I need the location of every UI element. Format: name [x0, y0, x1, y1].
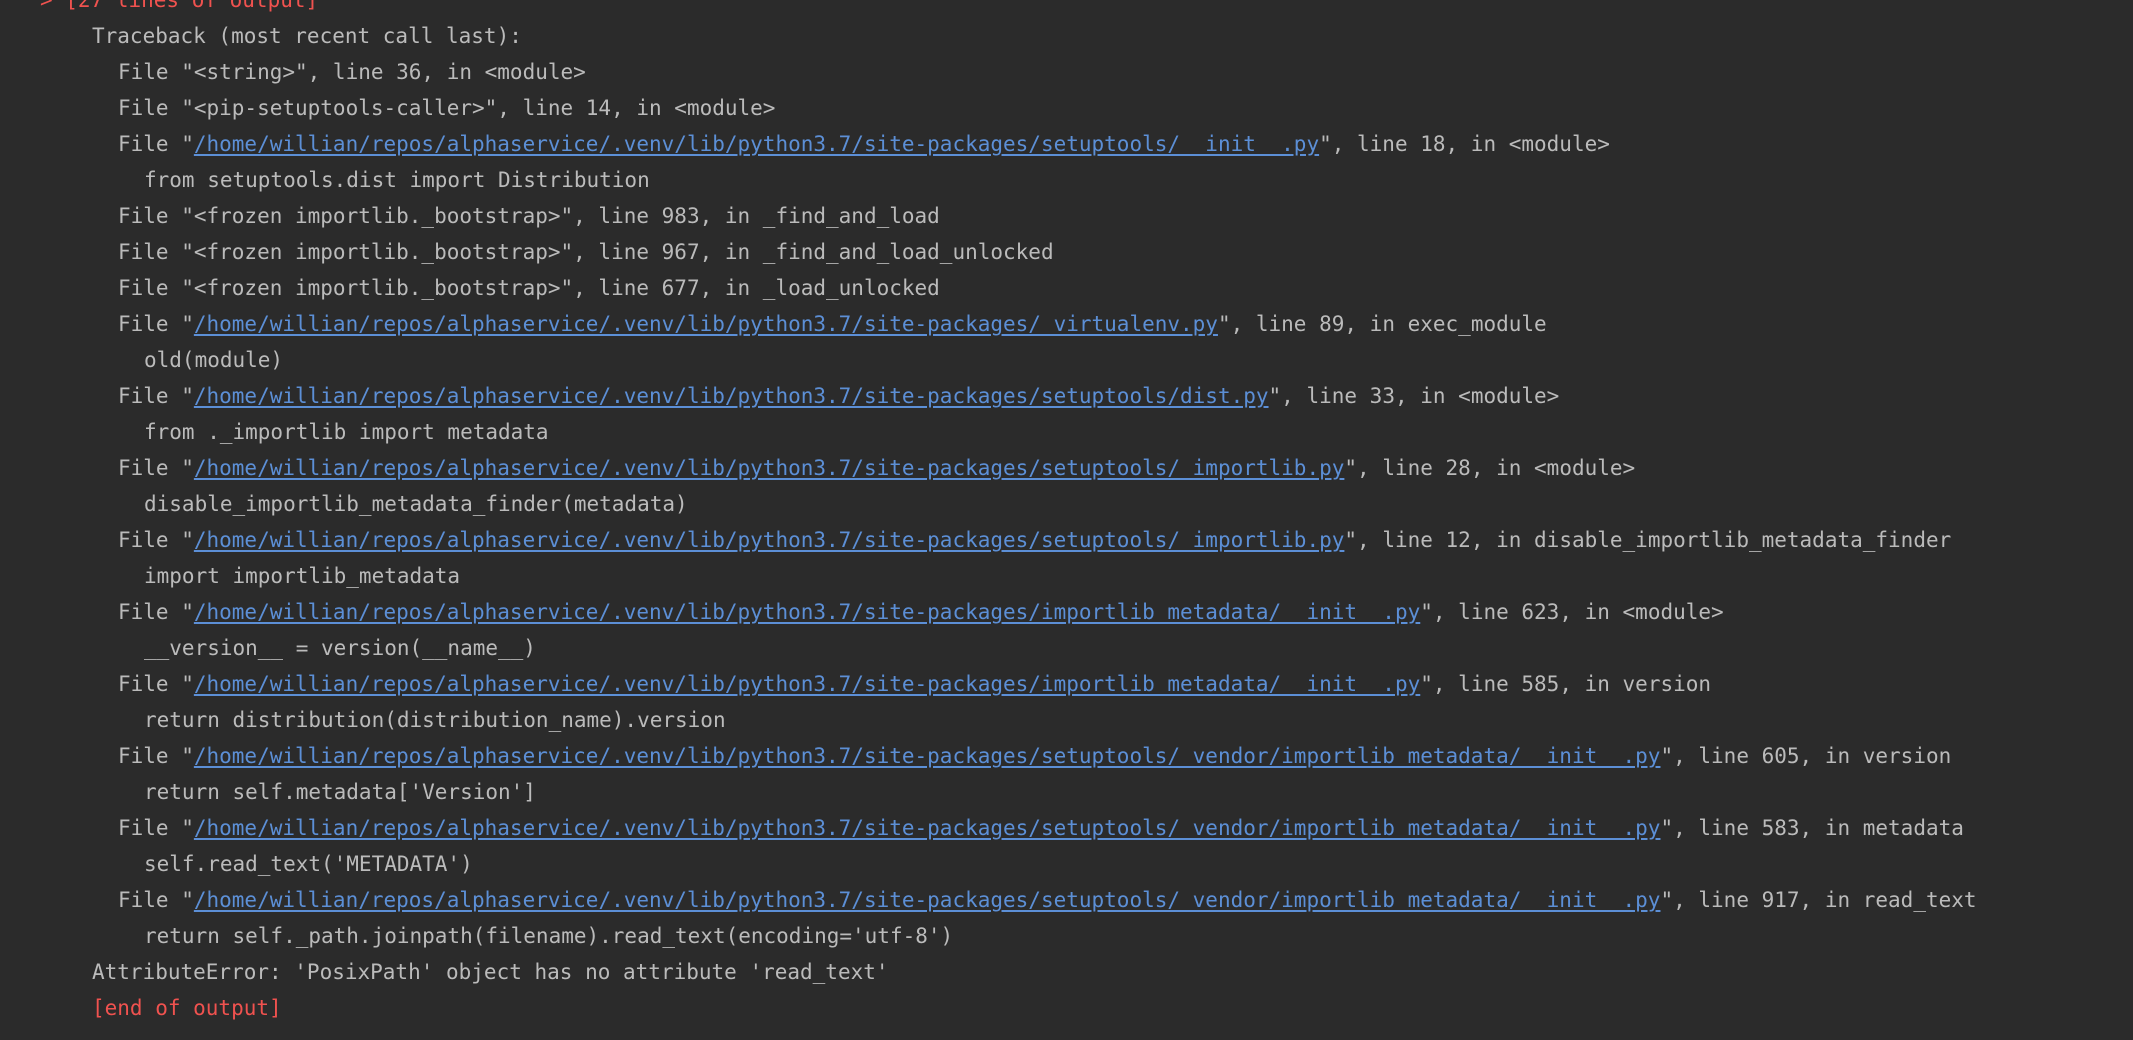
traceback-line: File "/home/willian/repos/alphaservice/.… — [0, 522, 1951, 558]
traceback-text: File "<pip-setuptools-caller>", line 14,… — [118, 96, 776, 120]
code-line: from setuptools.dist import Distribution — [0, 162, 650, 198]
code-line: __version__ = version(__name__) — [0, 630, 536, 666]
traceback-text: File " — [118, 528, 194, 552]
traceback-text: ", line 33, in <module> — [1268, 384, 1560, 408]
traceback-line: File "/home/willian/repos/alphaservice/.… — [0, 450, 1635, 486]
traceback-text: File " — [118, 312, 194, 336]
code-line: from ._importlib import metadata — [0, 414, 549, 450]
traceback-title: Traceback (most recent call last): — [92, 24, 522, 48]
traceback-line: File "/home/willian/repos/alphaservice/.… — [0, 738, 1951, 774]
file-path-link[interactable]: /home/willian/repos/alphaservice/.venv/l… — [194, 528, 1345, 552]
output-header: > [27 lines of output] — [40, 0, 319, 12]
traceback-line: File "<pip-setuptools-caller>", line 14,… — [0, 90, 775, 126]
traceback-text: File " — [118, 132, 194, 156]
traceback-text: ", line 585, in version — [1420, 672, 1712, 696]
file-path-link[interactable]: /home/willian/repos/alphaservice/.venv/l… — [194, 816, 1661, 840]
code-text: from ._importlib import metadata — [144, 420, 549, 444]
traceback-line: File "<frozen importlib._bootstrap>", li… — [0, 234, 1054, 270]
traceback-text: File " — [118, 816, 194, 840]
code-line: self.read_text('METADATA') — [0, 846, 473, 882]
traceback-text: File "<frozen importlib._bootstrap>", li… — [118, 204, 940, 228]
code-line: disable_importlib_metadata_finder(metada… — [0, 486, 688, 522]
file-path-link[interactable]: /home/willian/repos/alphaservice/.venv/l… — [194, 132, 1319, 156]
traceback-text: ", line 583, in metadata — [1660, 816, 1964, 840]
traceback-text: File " — [118, 672, 194, 696]
traceback-line: File "/home/willian/repos/alphaservice/.… — [0, 378, 1559, 414]
traceback-line: File "/home/willian/repos/alphaservice/.… — [0, 594, 1724, 630]
file-path-link[interactable]: /home/willian/repos/alphaservice/.venv/l… — [194, 312, 1218, 336]
traceback-line: File "/home/willian/repos/alphaservice/.… — [0, 126, 1610, 162]
traceback-line: File "<string>", line 36, in <module> — [0, 54, 586, 90]
traceback-line: File "/home/willian/repos/alphaservice/.… — [0, 882, 1977, 918]
traceback-line: File "<frozen importlib._bootstrap>", li… — [0, 270, 940, 306]
traceback-text: File " — [118, 888, 194, 912]
traceback-text: ", line 28, in <module> — [1344, 456, 1636, 480]
traceback-text: File " — [118, 600, 194, 624]
code-text: import importlib_metadata — [144, 564, 461, 588]
traceback-line: File "<frozen importlib._bootstrap>", li… — [0, 198, 940, 234]
traceback-text: ", line 623, in <module> — [1420, 600, 1724, 624]
traceback-line: File "/home/willian/repos/alphaservice/.… — [0, 306, 1547, 342]
code-line: old(module) — [0, 342, 283, 378]
traceback-text: ", line 89, in exec_module — [1217, 312, 1547, 336]
code-text: self.read_text('METADATA') — [144, 852, 473, 876]
code-text: return self._path.joinpath(filename).rea… — [144, 924, 954, 948]
file-path-link[interactable]: /home/willian/repos/alphaservice/.venv/l… — [194, 672, 1420, 696]
file-path-link[interactable]: /home/willian/repos/alphaservice/.venv/l… — [194, 384, 1269, 408]
file-path-link[interactable]: /home/willian/repos/alphaservice/.venv/l… — [194, 600, 1420, 624]
output-footer: [end of output] — [92, 996, 282, 1020]
code-line: return self.metadata['Version'] — [0, 774, 536, 810]
traceback-text: File "<frozen importlib._bootstrap>", li… — [118, 276, 940, 300]
file-path-link[interactable]: /home/willian/repos/alphaservice/.venv/l… — [194, 744, 1661, 768]
code-line: return self._path.joinpath(filename).rea… — [0, 918, 953, 954]
code-text: disable_importlib_metadata_finder(metada… — [144, 492, 688, 516]
code-text: old(module) — [144, 348, 284, 372]
code-text: return self.metadata['Version'] — [144, 780, 536, 804]
traceback-text: File "<string>", line 36, in <module> — [118, 60, 586, 84]
traceback-text: ", line 12, in disable_importlib_metadat… — [1344, 528, 1952, 552]
traceback-text: File "<frozen importlib._bootstrap>", li… — [118, 240, 1054, 264]
file-path-link[interactable]: /home/willian/repos/alphaservice/.venv/l… — [194, 456, 1345, 480]
traceback-text: File " — [118, 384, 194, 408]
terminal-output: > [27 lines of output] Traceback (most r… — [0, 0, 2133, 1040]
file-path-link[interactable]: /home/willian/repos/alphaservice/.venv/l… — [194, 888, 1661, 912]
code-text: from setuptools.dist import Distribution — [144, 168, 650, 192]
traceback-text: ", line 917, in read_text — [1660, 888, 1977, 912]
code-line: return distribution(distribution_name).v… — [0, 702, 726, 738]
error-message: AttributeError: 'PosixPath' object has n… — [92, 960, 889, 984]
traceback-text: ", line 605, in version — [1660, 744, 1952, 768]
traceback-line: File "/home/willian/repos/alphaservice/.… — [0, 810, 1964, 846]
traceback-text: File " — [118, 744, 194, 768]
traceback-text: ", line 18, in <module> — [1319, 132, 1610, 156]
code-text: return distribution(distribution_name).v… — [144, 708, 726, 732]
code-line: import importlib_metadata — [0, 558, 460, 594]
code-text: __version__ = version(__name__) — [144, 636, 536, 660]
traceback-line: File "/home/willian/repos/alphaservice/.… — [0, 666, 1711, 702]
traceback-text: File " — [118, 456, 194, 480]
